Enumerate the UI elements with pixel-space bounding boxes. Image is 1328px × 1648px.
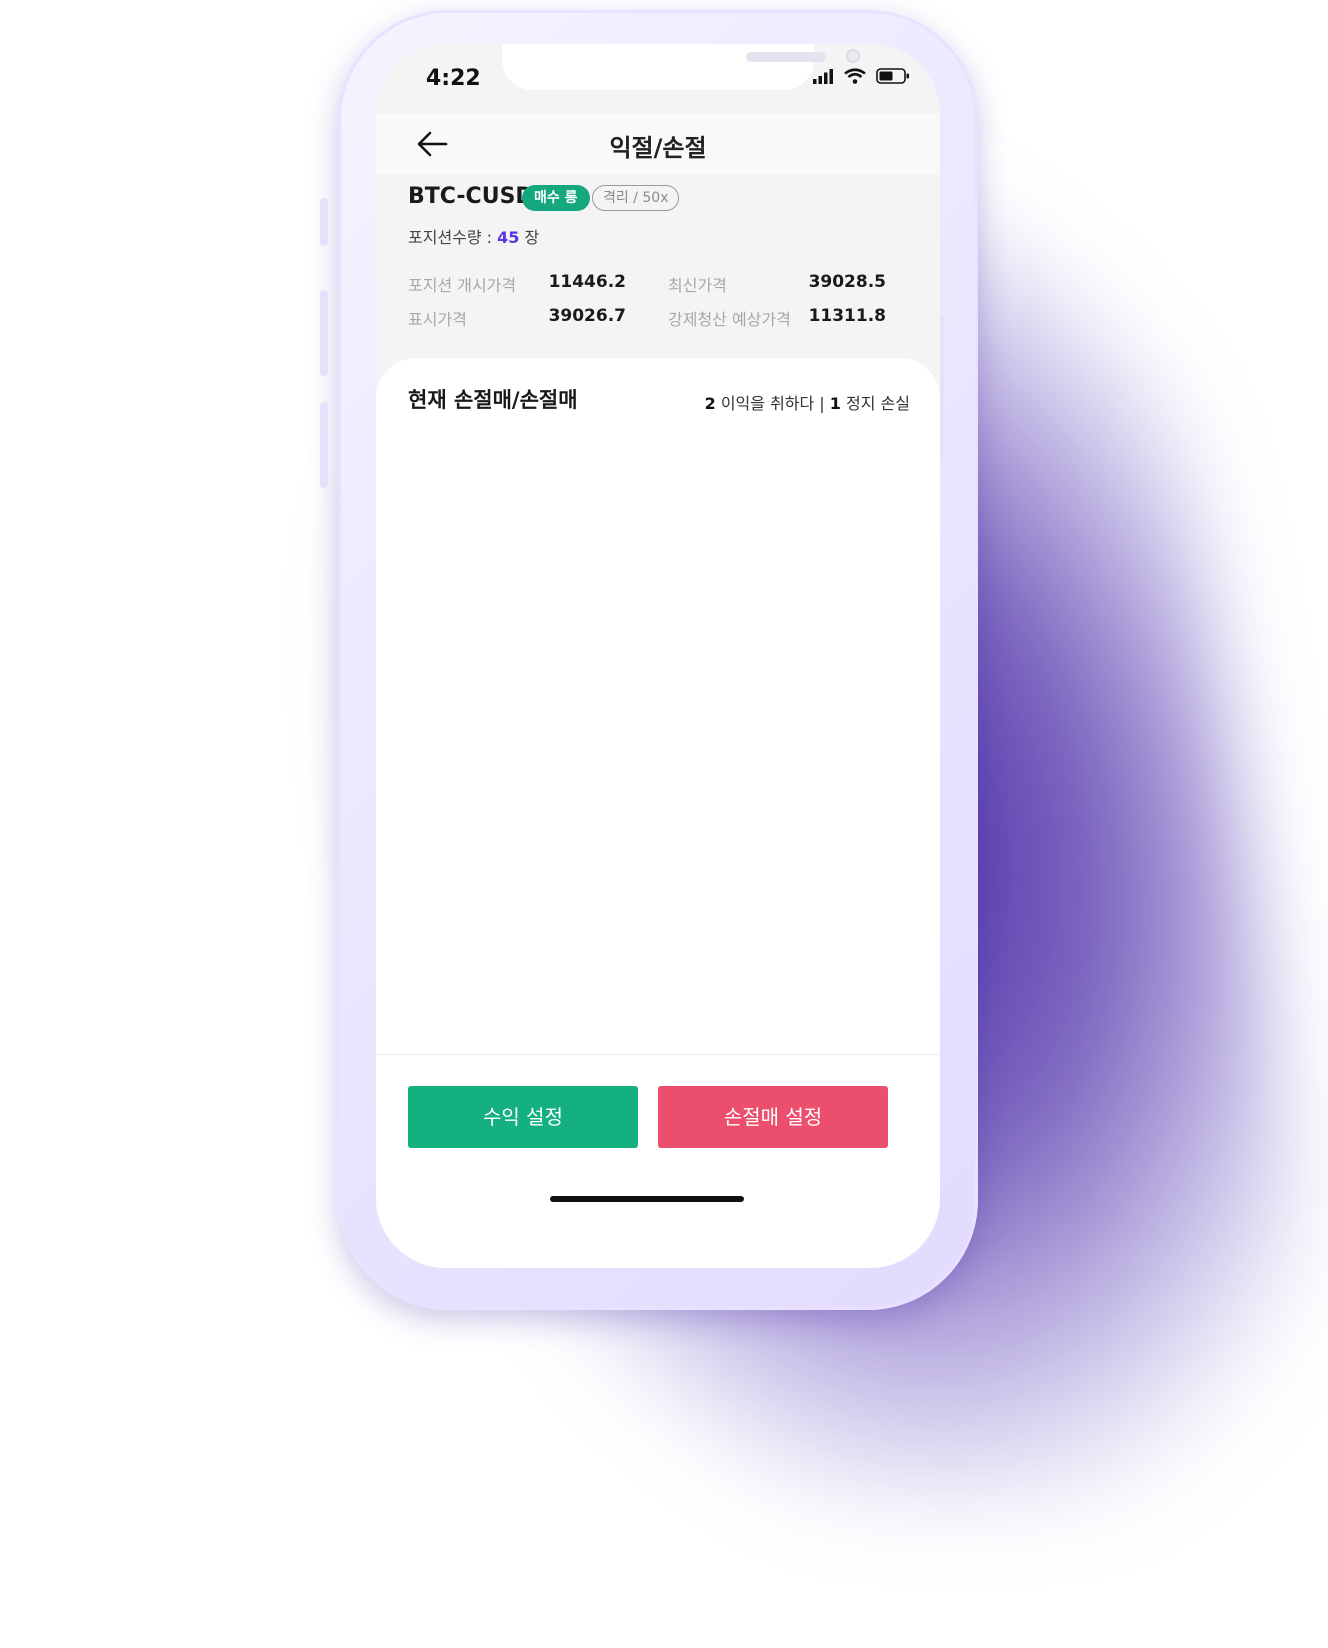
phone-screen: 4:22 익절/손절 BTC-CUSD 매수 롱 격리 / 50x 포지션수량 … xyxy=(376,44,940,1268)
battery-icon xyxy=(876,68,909,84)
side-button-volume-up xyxy=(320,290,328,376)
set-stop-loss-button[interactable]: 손절매 설정 xyxy=(658,1086,888,1148)
side-badge: 매수 롱 xyxy=(522,185,590,211)
status-icons xyxy=(812,68,910,84)
orders-title: 현재 손절매/손절매 xyxy=(408,388,578,412)
speaker xyxy=(746,52,826,62)
set-profit-button[interactable]: 수익 설정 xyxy=(408,1086,638,1148)
latest-price-label: 최신가격 xyxy=(668,276,727,295)
wifi-icon xyxy=(844,68,866,84)
signal-icon xyxy=(813,69,833,84)
entry-price-label: 포지션 개시가격 xyxy=(408,276,517,295)
tp-label: 이익을 취하다 | xyxy=(715,394,830,413)
side-button-volume-down xyxy=(320,402,328,488)
notch xyxy=(502,44,860,90)
home-indicator[interactable] xyxy=(550,1196,744,1202)
side-button-mute xyxy=(320,198,328,246)
quantity-unit: 장 xyxy=(519,228,540,247)
divider xyxy=(376,1054,940,1055)
position-pair: BTC-CUSD xyxy=(408,184,534,209)
latest-price-value: 39028.5 xyxy=(808,272,886,292)
mark-price-label: 표시가격 xyxy=(408,310,467,329)
status-time: 4:22 xyxy=(426,66,481,91)
orders-summary: 2 이익을 취하다 | 1 정지 손실 xyxy=(705,390,910,414)
margin-badge: 격리 / 50x xyxy=(592,185,680,211)
quantity-value: 45 xyxy=(497,228,520,247)
page-title: 익절/손절 xyxy=(609,134,707,162)
sl-count: 1 xyxy=(829,394,841,413)
liq-price-value: 11311.8 xyxy=(808,306,886,326)
tp-count: 2 xyxy=(704,394,716,413)
liq-price-label: 강제청산 예상가격 xyxy=(668,310,791,329)
entry-price-value: 11446.2 xyxy=(548,272,626,292)
sl-label: 정지 손실 xyxy=(840,394,910,413)
mark-price-value: 39026.7 xyxy=(548,306,626,326)
camera xyxy=(846,49,860,63)
position-quantity: 포지션수량 : 45 장 xyxy=(408,224,539,248)
quantity-label: 포지션수량 : xyxy=(408,228,498,247)
